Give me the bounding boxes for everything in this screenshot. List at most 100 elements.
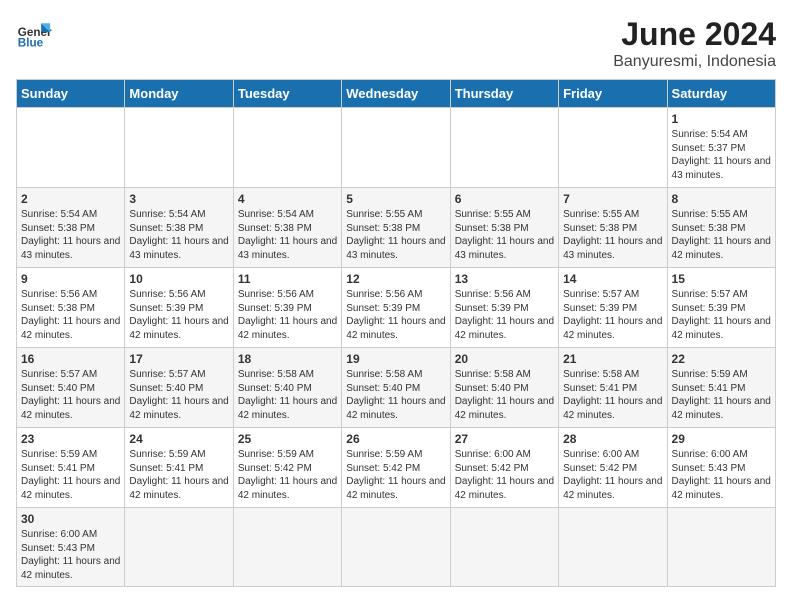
calendar-cell: 26 Sunrise: 5:59 AM Sunset: 5:42 PM Dayli…	[342, 428, 450, 508]
cell-date-number: 8	[672, 192, 771, 206]
cell-date-number: 7	[563, 192, 662, 206]
calendar-cell: 17Sunrise: 5:57 AM Sunset: 5:40 PM Dayli…	[125, 348, 233, 428]
calendar-cell: 21 Sunrise: 5:58 AM Sunset: 5:41 PM Dayli…	[559, 348, 667, 428]
calendar-cell	[233, 108, 341, 188]
cell-date-number: 15	[672, 272, 771, 286]
calendar-cell: 7 Sunrise: 5:55 AM Sunset: 5:38 PM Daylig…	[559, 188, 667, 268]
cell-sun-info: Sunrise: 5:56 AM Sunset: 5:39 PM Dayligh…	[129, 288, 228, 342]
cell-sun-info: Sunrise: 5:54 AM Sunset: 5:37 PM Dayligh…	[672, 128, 771, 182]
cell-date-number: 18	[238, 352, 337, 366]
calendar-cell: 2Sunrise: 5:54 AM Sunset: 5:38 PM Daylig…	[17, 188, 125, 268]
calendar-cell: 13 Sunrise: 5:56 AM Sunset: 5:39 PM Dayli…	[450, 268, 558, 348]
calendar-cell: 16Sunrise: 5:57 AM Sunset: 5:40 PM Dayli…	[17, 348, 125, 428]
cell-sun-info: Sunrise: 5:55 AM Sunset: 5:38 PM Dayligh…	[346, 208, 445, 262]
cell-date-number: 25	[238, 432, 337, 446]
calendar-cell: 4Sunrise: 5:54 AM Sunset: 5:38 PM Daylig…	[233, 188, 341, 268]
calendar-cell: 5 Sunrise: 5:55 AM Sunset: 5:38 PM Daylig…	[342, 188, 450, 268]
cell-date-number: 26	[346, 432, 445, 446]
cell-sun-info: Sunrise: 5:59 AM Sunset: 5:41 PM Dayligh…	[21, 448, 120, 502]
calendar-cell: 30 Sunrise: 6:00 AM Sunset: 5:43 PM Dayli…	[17, 508, 125, 587]
cell-sun-info: Sunrise: 5:54 AM Sunset: 5:38 PM Dayligh…	[238, 208, 337, 262]
day-header-saturday: Saturday	[667, 80, 775, 108]
svg-text:Blue: Blue	[18, 37, 44, 50]
cell-sun-info: Sunrise: 5:55 AM Sunset: 5:38 PM Dayligh…	[672, 208, 771, 262]
calendar-cell: 3 Sunrise: 5:54 AM Sunset: 5:38 PM Daylig…	[125, 188, 233, 268]
cell-date-number: 10	[129, 272, 228, 286]
calendar-cell	[559, 108, 667, 188]
page-header: General Blue June 2024 Banyuresmi, Indon…	[16, 16, 776, 71]
calendar-cell: 9Sunrise: 5:56 AM Sunset: 5:38 PM Daylig…	[17, 268, 125, 348]
day-header-wednesday: Wednesday	[342, 80, 450, 108]
page-subtitle: Banyuresmi, Indonesia	[613, 53, 776, 71]
cell-sun-info: Sunrise: 5:57 AM Sunset: 5:39 PM Dayligh…	[563, 288, 662, 342]
cell-date-number: 9	[21, 272, 120, 286]
cell-sun-info: Sunrise: 5:56 AM Sunset: 5:39 PM Dayligh…	[346, 288, 445, 342]
cell-sun-info: Sunrise: 5:58 AM Sunset: 5:40 PM Dayligh…	[346, 368, 445, 422]
calendar-cell	[667, 508, 775, 587]
cell-date-number: 28	[563, 432, 662, 446]
cell-date-number: 21	[563, 352, 662, 366]
day-header-monday: Monday	[125, 80, 233, 108]
cell-date-number: 12	[346, 272, 445, 286]
calendar-cell: 14Sunrise: 5:57 AM Sunset: 5:39 PM Dayli…	[559, 268, 667, 348]
calendar-cell: 29Sunrise: 6:00 AM Sunset: 5:43 PM Dayli…	[667, 428, 775, 508]
cell-sun-info: Sunrise: 6:00 AM Sunset: 5:42 PM Dayligh…	[455, 448, 554, 502]
cell-date-number: 11	[238, 272, 337, 286]
cell-date-number: 29	[672, 432, 771, 446]
cell-sun-info: Sunrise: 5:59 AM Sunset: 5:42 PM Dayligh…	[238, 448, 337, 502]
cell-sun-info: Sunrise: 5:59 AM Sunset: 5:42 PM Dayligh…	[346, 448, 445, 502]
page-title: June 2024	[613, 16, 776, 53]
cell-date-number: 27	[455, 432, 554, 446]
cell-date-number: 24	[129, 432, 228, 446]
calendar-cell: 24 Sunrise: 5:59 AM Sunset: 5:41 PM Dayli…	[125, 428, 233, 508]
cell-sun-info: Sunrise: 5:58 AM Sunset: 5:41 PM Dayligh…	[563, 368, 662, 422]
calendar-cell: 18 Sunrise: 5:58 AM Sunset: 5:40 PM Dayli…	[233, 348, 341, 428]
cell-sun-info: Sunrise: 5:55 AM Sunset: 5:38 PM Dayligh…	[563, 208, 662, 262]
calendar-cell	[125, 108, 233, 188]
cell-sun-info: Sunrise: 5:57 AM Sunset: 5:40 PM Dayligh…	[129, 368, 228, 422]
calendar-cell	[559, 508, 667, 587]
calendar-cell: 8 Sunrise: 5:55 AM Sunset: 5:38 PM Daylig…	[667, 188, 775, 268]
cell-sun-info: Sunrise: 5:57 AM Sunset: 5:39 PM Dayligh…	[672, 288, 771, 342]
cell-sun-info: Sunrise: 5:55 AM Sunset: 5:38 PM Dayligh…	[455, 208, 554, 262]
cell-sun-info: Sunrise: 5:58 AM Sunset: 5:40 PM Dayligh…	[455, 368, 554, 422]
logo-icon: General Blue	[16, 16, 52, 52]
cell-sun-info: Sunrise: 5:56 AM Sunset: 5:39 PM Dayligh…	[238, 288, 337, 342]
cell-sun-info: Sunrise: 5:57 AM Sunset: 5:40 PM Dayligh…	[21, 368, 120, 422]
cell-sun-info: Sunrise: 5:54 AM Sunset: 5:38 PM Dayligh…	[21, 208, 120, 262]
cell-date-number: 13	[455, 272, 554, 286]
calendar-cell: 6 Sunrise: 5:55 AM Sunset: 5:38 PM Daylig…	[450, 188, 558, 268]
calendar-cell: 10 Sunrise: 5:56 AM Sunset: 5:39 PM Dayli…	[125, 268, 233, 348]
day-header-friday: Friday	[559, 80, 667, 108]
calendar-cell	[342, 108, 450, 188]
calendar-cell: 20Sunrise: 5:58 AM Sunset: 5:40 PM Dayli…	[450, 348, 558, 428]
calendar-cell: 28 Sunrise: 6:00 AM Sunset: 5:42 PM Dayli…	[559, 428, 667, 508]
cell-date-number: 19	[346, 352, 445, 366]
day-header-sunday: Sunday	[17, 80, 125, 108]
cell-sun-info: Sunrise: 5:59 AM Sunset: 5:41 PM Dayligh…	[672, 368, 771, 422]
cell-sun-info: Sunrise: 5:59 AM Sunset: 5:41 PM Dayligh…	[129, 448, 228, 502]
cell-date-number: 1	[672, 112, 771, 126]
cell-date-number: 3	[129, 192, 228, 206]
day-header-thursday: Thursday	[450, 80, 558, 108]
calendar-cell	[450, 508, 558, 587]
calendar-table: SundayMondayTuesdayWednesdayThursdayFrid…	[16, 79, 776, 587]
cell-sun-info: Sunrise: 5:58 AM Sunset: 5:40 PM Dayligh…	[238, 368, 337, 422]
cell-date-number: 30	[21, 512, 120, 526]
calendar-cell: 15 Sunrise: 5:57 AM Sunset: 5:39 PM Dayli…	[667, 268, 775, 348]
cell-sun-info: Sunrise: 5:56 AM Sunset: 5:39 PM Dayligh…	[455, 288, 554, 342]
cell-sun-info: Sunrise: 6:00 AM Sunset: 5:42 PM Dayligh…	[563, 448, 662, 502]
cell-date-number: 22	[672, 352, 771, 366]
cell-date-number: 5	[346, 192, 445, 206]
cell-date-number: 6	[455, 192, 554, 206]
calendar-cell: 22 Sunrise: 5:59 AM Sunset: 5:41 PM Dayli…	[667, 348, 775, 428]
calendar-cell: 27 Sunrise: 6:00 AM Sunset: 5:42 PM Dayli…	[450, 428, 558, 508]
calendar-cell	[450, 108, 558, 188]
day-header-row: SundayMondayTuesdayWednesdayThursdayFrid…	[17, 80, 776, 108]
calendar-cell: 1 Sunrise: 5:54 AM Sunset: 5:37 PM Daylig…	[667, 108, 775, 188]
cell-sun-info: Sunrise: 6:00 AM Sunset: 5:43 PM Dayligh…	[21, 528, 120, 582]
calendar-cell	[17, 108, 125, 188]
calendar-cell	[233, 508, 341, 587]
cell-sun-info: Sunrise: 5:54 AM Sunset: 5:38 PM Dayligh…	[129, 208, 228, 262]
calendar-cell: 19 Sunrise: 5:58 AM Sunset: 5:40 PM Dayli…	[342, 348, 450, 428]
